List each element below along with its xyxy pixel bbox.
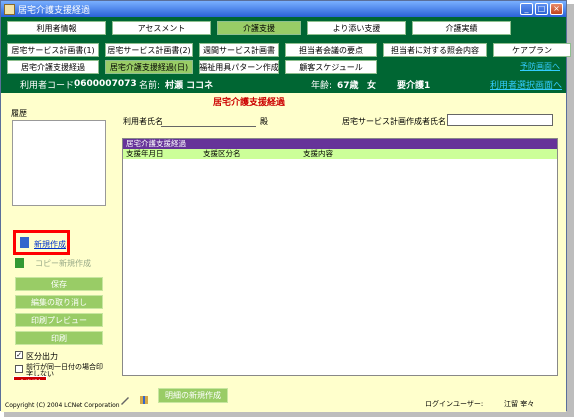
- care-level: 要介護1: [397, 80, 431, 91]
- page-title: 居宅介護支援経過: [213, 98, 286, 108]
- tab-inquiry[interactable]: 担当者に対する照会内容: [383, 43, 487, 57]
- patient-sex: 女: [367, 80, 377, 91]
- new-create-highlight: 新規作成: [13, 230, 70, 255]
- sub-nav-row-1: 居宅サービス計画書(1) 居宅サービス計画書(2) 週間サービス計画書 担当者会…: [7, 43, 571, 57]
- history-list[interactable]: [12, 120, 106, 206]
- main-area: 居宅介護支援経過 履歴 利用者氏名 殿 居宅サービス計画作成者氏名 居宅介護支援…: [1, 93, 566, 396]
- copy-document-icon[interactable]: [15, 258, 24, 268]
- copy-new-link[interactable]: コピー新規作成: [35, 258, 91, 269]
- support-record-table: 居宅介護支援経過 支援年月日 支援区分名 支援内容: [122, 138, 558, 376]
- minimize-button[interactable]: _: [520, 3, 533, 15]
- section-output-checkbox[interactable]: ✓: [15, 351, 23, 359]
- tab-plan-2[interactable]: 居宅サービス計画書(2): [105, 43, 193, 57]
- login-user-name: 江留 宰々: [504, 400, 535, 408]
- col-date: 支援年月日: [126, 149, 164, 158]
- close-button[interactable]: ×: [550, 3, 563, 15]
- user-select-link[interactable]: 利用者選択画面へ: [490, 78, 562, 91]
- window-controls: _ □ ×: [520, 3, 563, 15]
- tab-customer-schedule[interactable]: 顧客スケジュール: [285, 60, 377, 74]
- nav-user-info[interactable]: 利用者情報: [7, 21, 106, 35]
- user-code: 0600007073: [74, 79, 137, 89]
- cancel-edit-button[interactable]: 編集の取り消し: [15, 295, 103, 309]
- window-title: 居宅介護支援経過: [18, 5, 91, 16]
- patient-bar: 利用者コード: 0600007073 名前: 村瀬 ココネ 年齢: 67歳 女 …: [1, 75, 566, 93]
- prevention-link[interactable]: 予防画面へ: [520, 61, 560, 72]
- col-category: 支援区分名: [203, 149, 241, 158]
- tab-meeting-points[interactable]: 担当者会議の要点: [285, 43, 377, 57]
- nav-care-record[interactable]: 介護実績: [412, 21, 511, 35]
- nav-care-support[interactable]: 介護支援: [217, 21, 301, 35]
- tab-plan-1[interactable]: 居宅サービス計画書(1): [7, 43, 99, 57]
- pen-icon[interactable]: [120, 395, 130, 405]
- nav-assessment[interactable]: アセスメント: [112, 21, 211, 35]
- patient-age: 67歳: [337, 80, 359, 91]
- table-body[interactable]: [123, 159, 557, 375]
- age-label: 年齢:: [311, 80, 333, 91]
- sub-nav: 居宅サービス計画書(1) 居宅サービス計画書(2) 週間サービス計画書 担当者会…: [1, 39, 571, 75]
- col-content: 支援内容: [303, 149, 333, 158]
- name-label: 名前:: [139, 80, 161, 91]
- main-nav: 利用者情報 アセスメント 介護支援 より添い支援 介護実績: [1, 17, 566, 39]
- same-date-checkbox[interactable]: [15, 365, 23, 373]
- patient-name: 村瀬 ココネ: [165, 80, 214, 91]
- titlebar: 居宅介護支援経過 _ □ ×: [1, 1, 566, 17]
- app-window: 居宅介護支援経過 _ □ × 利用者情報 アセスメント 介護支援 より添い支援 …: [0, 0, 571, 412]
- footer: Copyright (C) 2004 LCNet Corporation 明細の…: [1, 380, 566, 412]
- book-icon[interactable]: [139, 395, 149, 405]
- sub-nav-row-2: 居宅介護支援経過 居宅介護支援経過(日) 福祉用具パターン作成 顧客スケジュール: [7, 60, 377, 74]
- new-create-link[interactable]: 新規作成: [34, 239, 66, 250]
- print-button[interactable]: 印刷: [15, 331, 103, 345]
- tab-care-plan[interactable]: ケアプラン: [493, 43, 571, 57]
- user-code-label: 利用者コード:: [20, 80, 78, 91]
- maximize-button[interactable]: □: [535, 3, 548, 15]
- user-name-line: [161, 126, 256, 127]
- app-icon: [4, 3, 15, 15]
- planner-name-field[interactable]: [447, 114, 553, 126]
- tab-welfare-pattern[interactable]: 福祉用具パターン作成: [199, 60, 279, 74]
- section-output-label: 区分出力: [26, 352, 58, 361]
- print-preview-button[interactable]: 印刷プレビュー: [15, 313, 103, 327]
- table-caption: 居宅介護支援経過: [123, 139, 557, 149]
- login-user-label: ログインユーザー:: [425, 400, 484, 408]
- user-name-label: 利用者氏名: [123, 117, 163, 126]
- tab-weekly-plan[interactable]: 週間サービス計画書: [199, 43, 279, 57]
- new-document-icon[interactable]: [20, 237, 29, 248]
- history-label: 履歴: [11, 109, 27, 118]
- planner-label: 居宅サービス計画作成者氏名: [342, 117, 446, 126]
- table-header: 支援年月日 支援区分名 支援内容: [123, 149, 557, 159]
- copyright: Copyright (C) 2004 LCNet Corporation: [5, 402, 120, 409]
- tab-support-record-daily[interactable]: 居宅介護支援経過(日): [105, 60, 193, 74]
- new-detail-button[interactable]: 明細の新規作成: [158, 388, 228, 403]
- save-button[interactable]: 保存: [15, 277, 103, 291]
- nav-yorisoi-support[interactable]: より添い支援: [307, 21, 406, 35]
- honorific: 殿: [260, 117, 268, 126]
- tab-support-record[interactable]: 居宅介護支援経過: [7, 60, 99, 74]
